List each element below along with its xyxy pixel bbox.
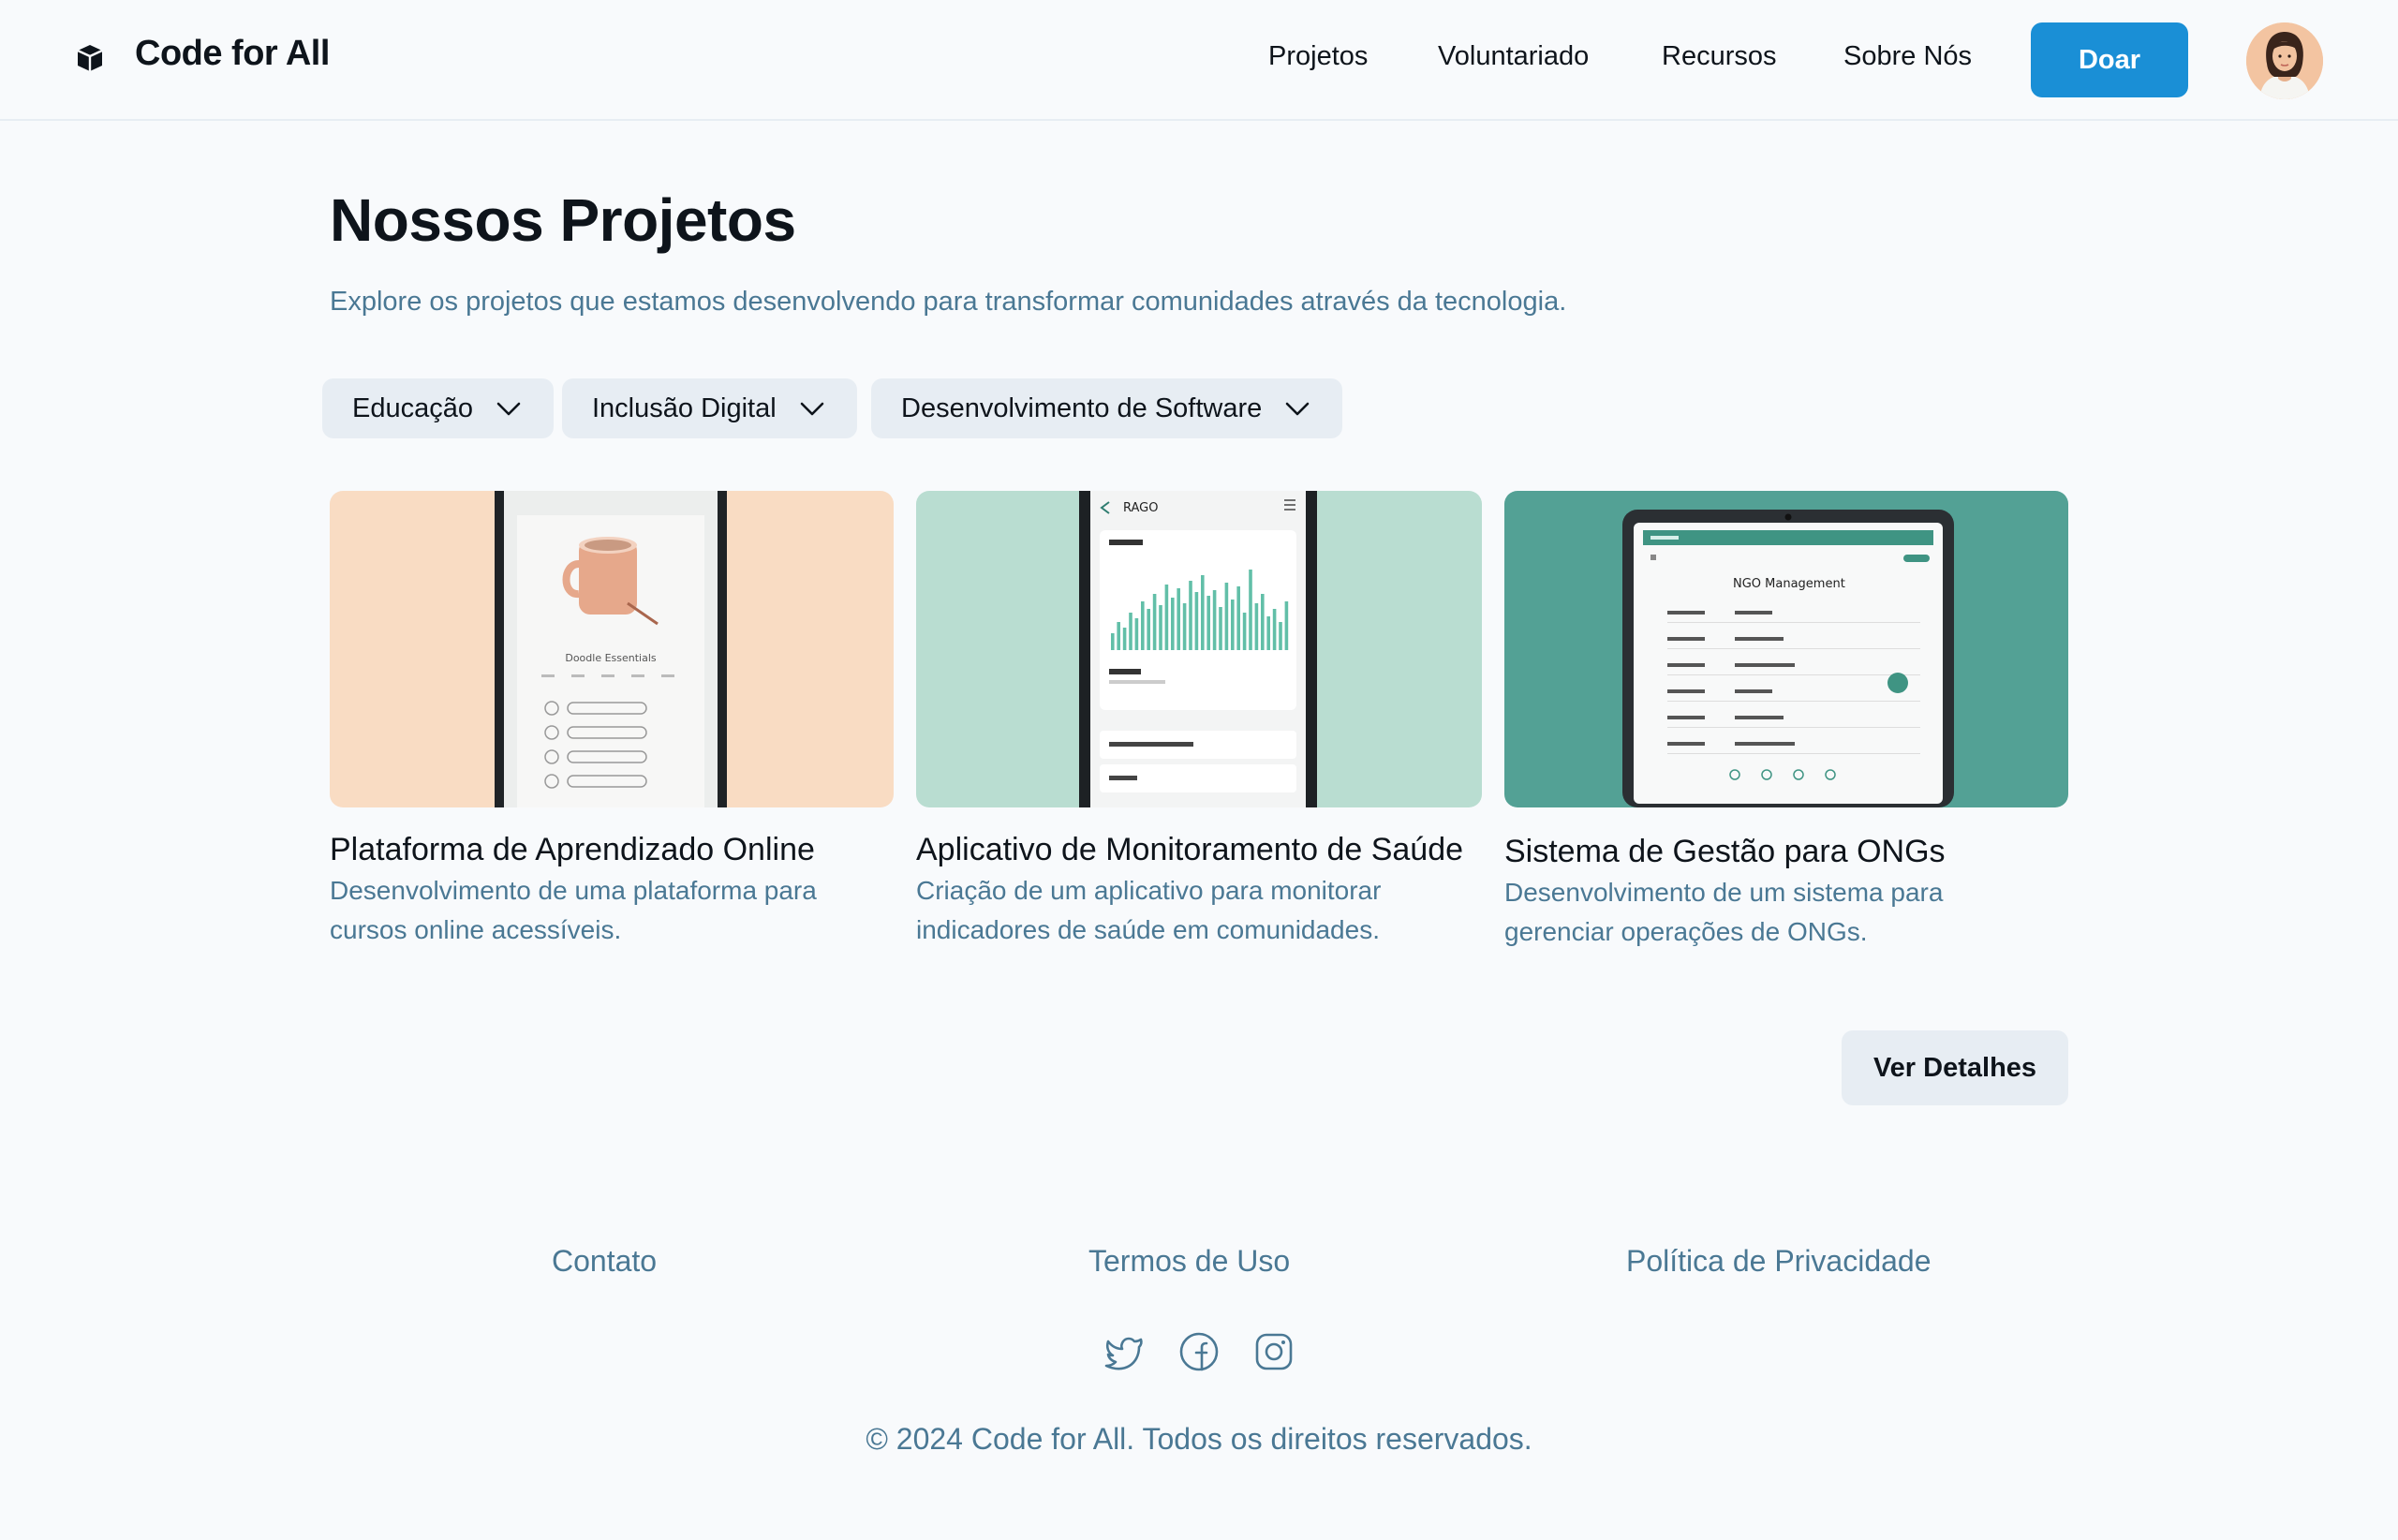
row-divider-decor [1667,701,1920,702]
chart-bar-decor [1219,607,1222,650]
chart-bar-decor [1171,598,1175,650]
chart-bar-decor [1231,600,1235,650]
project-title[interactable]: Sistema de Gestão para ONGs [1504,834,1946,870]
nav-voluntariado[interactable]: Voluntariado [1438,41,1589,72]
nav-sobre-nos[interactable]: Sobre Nós [1843,41,1972,72]
chart-bar-decor [1249,570,1252,650]
chart-bar-decor [1206,596,1210,650]
top-navbar: Code for All Projetos Voluntariado Recur… [0,0,2398,121]
table-row-decor [1667,742,1705,746]
chart-bar-decor [1117,622,1120,650]
twitter-icon[interactable] [1103,1330,1147,1373]
project-description: Desenvolvimento de um sistema para geren… [1504,878,1944,946]
table-row-decor [1667,611,1705,615]
row-divider-decor [1667,674,1920,675]
filter-label: Educação [352,392,473,423]
chart-bar-decor [1261,594,1265,650]
tablet-learning-app-illustration: Doodle Essentials [495,491,727,807]
chart-bar-decor [1266,616,1270,650]
filter-inclusao-digital[interactable]: Inclusão Digital [562,378,857,438]
chart-bar-decor [1284,601,1289,650]
chart-bar-decor [1272,609,1277,650]
chart-bar-decor [1212,590,1217,650]
filter-educacao[interactable]: Educação [322,378,554,438]
row-divider-decor [1667,753,1920,754]
instagram-icon[interactable] [1252,1330,1295,1373]
chart-bar-decor [1134,618,1139,650]
project-title[interactable]: Aplicativo de Monitoramento de Saúde [916,832,1463,868]
footer-link-termos[interactable]: Termos de Uso [1088,1244,1290,1279]
avatar-portrait-icon [2246,22,2323,99]
project-image-ngo-system[interactable]: NGO Management [1504,491,2068,807]
chart-bar-decor [1152,594,1157,650]
table-row-decor [1735,611,1772,615]
view-details-button[interactable]: Ver Detalhes [1842,1030,2068,1105]
filter-desenvolvimento-software[interactable]: Desenvolvimento de Software [871,378,1343,438]
filter-label: Inclusão Digital [592,392,777,423]
footer-link-privacidade[interactable]: Política de Privacidade [1626,1244,1932,1279]
table-row-decor [1667,716,1705,719]
nav-recursos[interactable]: Recursos [1662,41,1777,72]
table-row-decor [1735,689,1772,693]
user-avatar[interactable] [2246,22,2323,99]
svg-text:NGO Management: NGO Management [1733,577,1845,591]
chevron-down-icon [800,402,823,416]
project-description: Criação de um aplicativo para monitorar … [916,876,1382,944]
table-row-decor [1667,663,1705,667]
chart-bar-decor [1189,581,1192,650]
table-row-decor [1735,716,1784,719]
page-subtitle: Explore os projetos que estamos desenvol… [330,287,1567,317]
chart-bar-decor [1194,592,1199,650]
chart-bar-decor [1111,633,1115,650]
chart-bar-decor [1236,586,1240,650]
table-row-decor [1667,689,1705,693]
chart-bar-decor [1129,613,1132,650]
chevron-down-icon [1285,402,1310,416]
chart-bar-decor [1254,603,1259,650]
chart-bar-decor [1182,603,1187,650]
brand-name[interactable]: Code for All [135,34,330,74]
chart-bar-decor [1279,622,1282,650]
filter-label: Desenvolvimento de Software [901,392,1263,423]
chart-bar-decor [1159,605,1162,650]
chart-bar-decor [1147,609,1150,650]
footer-link-contato[interactable]: Contato [552,1244,657,1279]
table-row-decor [1735,663,1795,667]
row-divider-decor [1667,648,1920,649]
chart-bar-decor [1141,601,1145,650]
table-row-decor [1735,637,1784,641]
phone-health-chart-illustration: RAGO [1079,491,1317,807]
row-divider-decor [1667,622,1920,623]
table-row-decor [1667,637,1705,641]
project-title[interactable]: Plataforma de Aprendizado Online [330,832,815,868]
chevron-down-icon [496,402,521,416]
chart-bar-decor [1122,628,1127,650]
nav-projetos[interactable]: Projetos [1268,41,1368,72]
chart-bar-decor [1177,588,1180,650]
project-description: Desenvolvimento de uma plataforma para c… [330,876,817,944]
chart-bar-decor [1242,613,1247,650]
row-divider-decor [1667,727,1920,728]
chart-bar-decor [1164,585,1169,650]
table-row-decor [1735,742,1795,746]
tablet-ngo-dashboard-illustration: NGO Management [1622,510,1954,807]
copyright-text: © 2024 Code for All. Todos os direitos r… [866,1422,1532,1456]
facebook-icon[interactable] [1177,1330,1221,1373]
project-image-learning-platform[interactable]: Doodle Essentials [330,491,894,807]
page-title: Nossos Projetos [330,186,796,254]
chart-bar-decor [1224,583,1229,650]
chart-bar-decor [1201,575,1205,650]
cube-logo-icon[interactable] [75,43,105,73]
svg-text:RAGO: RAGO [1123,501,1158,515]
svg-text:Doodle Essentials: Doodle Essentials [565,652,657,664]
project-image-health-app[interactable]: RAGO [916,491,1482,807]
donate-button[interactable]: Doar [2031,22,2188,97]
